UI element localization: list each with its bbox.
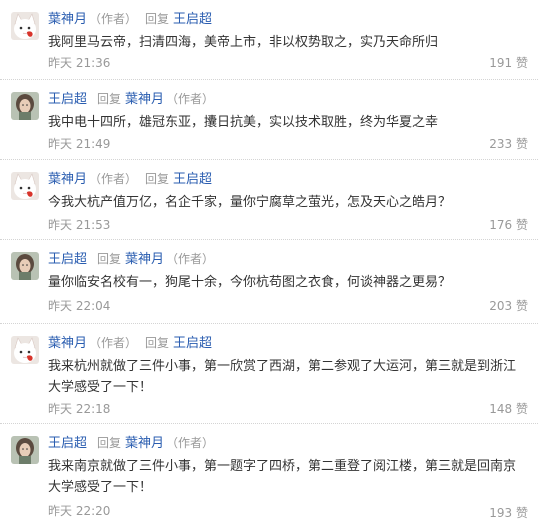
reply-target-name[interactable]: 葉神月 (125, 252, 164, 267)
comment-text: 今我大杭产值万亿，名企千家，量你宁腐草之萤光，怎及天心之皓月？ (48, 195, 452, 210)
comment-item: 葉神月 （作者） 回复 王启超 今我大杭产值万亿，名企千家，量你宁腐草之萤光，怎及天心… (0, 160, 538, 240)
comment-text: 我阿里马云帝，扫清四海，美帝上市，非以权势取之，实乃天命所归 (48, 35, 439, 50)
comment-time: 昨天 22:04 (48, 299, 111, 313)
comment-item: 王启超 回复 葉神月 （作者） 我来南京就做了三件小事，第一题字了四桥，第二重登了阅江… (0, 424, 538, 525)
girl-portrait-icon (11, 436, 39, 464)
reply-label: 回复 (145, 336, 170, 350)
comment-thread: 葉神月 （作者） 回复 王启超 我阿里马云帝，扫清四海，美帝上市，非以权势取之，实乃天… (0, 0, 538, 525)
comment-header: 葉神月 （作者） 回复 王启超 (48, 169, 214, 189)
avatar[interactable] (11, 92, 39, 120)
comment-time: 昨天 22:18 (48, 402, 111, 416)
girl-portrait-icon (11, 252, 39, 280)
target-role: （作者） (166, 252, 215, 266)
author-name[interactable]: 王启超 (48, 252, 87, 267)
comment-time: 昨天 21:53 (48, 218, 111, 232)
comment-item: 王启超 回复 葉神月 （作者） 量你临安名校有一，狗尾十余，今你杭苟图之衣食，何谈神器… (0, 240, 538, 324)
avatar[interactable] (11, 12, 39, 40)
white-cat-icon (11, 336, 39, 364)
comment-header: 葉神月 （作者） 回复 王启超 (48, 9, 214, 29)
reply-target-name[interactable]: 王启超 (173, 12, 212, 27)
comment-time: 昨天 21:36 (48, 56, 111, 70)
author-role: （作者） (89, 336, 138, 350)
avatar[interactable] (11, 252, 39, 280)
reply-label: 回复 (145, 12, 170, 26)
comment-item: 葉神月 （作者） 回复 王启超 我来杭州就做了三件小事，第一欣赏了西湖，第二参观了大运… (0, 324, 538, 424)
white-cat-icon (11, 172, 39, 200)
reply-target-name[interactable]: 葉神月 (125, 92, 164, 107)
avatar[interactable] (11, 172, 39, 200)
like-count[interactable]: 191 赞 (489, 54, 528, 72)
comment-item: 王启超 回复 葉神月 （作者） 我中电十四所，雄冠东亚，攮日抗美，实以技术取胜，终为华… (0, 80, 538, 160)
author-role: （作者） (89, 12, 138, 26)
comment-header: 王启超 回复 葉神月 （作者） (48, 89, 214, 109)
author-name[interactable]: 葉神月 (48, 12, 87, 27)
comment-text: 量你临安名校有一，狗尾十余，今你杭苟图之衣食，何谈神器之更易？ (48, 275, 452, 290)
reply-target-name[interactable]: 葉神月 (125, 436, 164, 451)
author-name[interactable]: 葉神月 (48, 336, 87, 351)
comment-item: 葉神月 （作者） 回复 王启超 我阿里马云帝，扫清四海，美帝上市，非以权势取之，实乃天… (0, 0, 538, 80)
author-name[interactable]: 葉神月 (48, 172, 87, 187)
comment-header: 葉神月 （作者） 回复 王启超 (48, 333, 214, 353)
comment-header: 王启超 回复 葉神月 （作者） (48, 433, 214, 453)
avatar[interactable] (11, 336, 39, 364)
reply-label: 回复 (97, 252, 122, 266)
like-count[interactable]: 148 赞 (489, 400, 528, 418)
comment-text: 我中电十四所，雄冠东亚，攮日抗美，实以技术取胜，终为华夏之幸 (48, 115, 439, 130)
target-role: （作者） (166, 92, 215, 106)
author-name[interactable]: 王启超 (48, 436, 87, 451)
comment-text: 我来杭州就做了三件小事，第一欣赏了西湖，第二参观了大运河，第三就是到浙江大学感受… (48, 359, 517, 395)
reply-target-name[interactable]: 王启超 (173, 336, 212, 351)
author-role: （作者） (89, 172, 138, 186)
author-name[interactable]: 王启超 (48, 92, 87, 107)
like-count[interactable]: 193 赞 (489, 504, 528, 522)
reply-target-name[interactable]: 王启超 (173, 172, 212, 187)
reply-label: 回复 (145, 172, 170, 186)
reply-label: 回复 (97, 436, 122, 450)
target-role: （作者） (166, 436, 215, 450)
comment-text: 我来南京就做了三件小事，第一题字了四桥，第二重登了阅江楼，第三就是回南京大学感受… (48, 459, 517, 495)
like-count[interactable]: 176 赞 (489, 216, 528, 234)
like-count[interactable]: 203 赞 (489, 297, 528, 315)
reply-label: 回复 (97, 92, 122, 106)
avatar[interactable] (11, 436, 39, 464)
comment-time: 昨天 21:49 (48, 137, 111, 151)
white-cat-icon (11, 12, 39, 40)
comment-time: 昨天 22:20 (48, 504, 111, 518)
like-count[interactable]: 233 赞 (489, 135, 528, 153)
girl-portrait-icon (11, 92, 39, 120)
comment-header: 王启超 回复 葉神月 （作者） (48, 249, 214, 269)
